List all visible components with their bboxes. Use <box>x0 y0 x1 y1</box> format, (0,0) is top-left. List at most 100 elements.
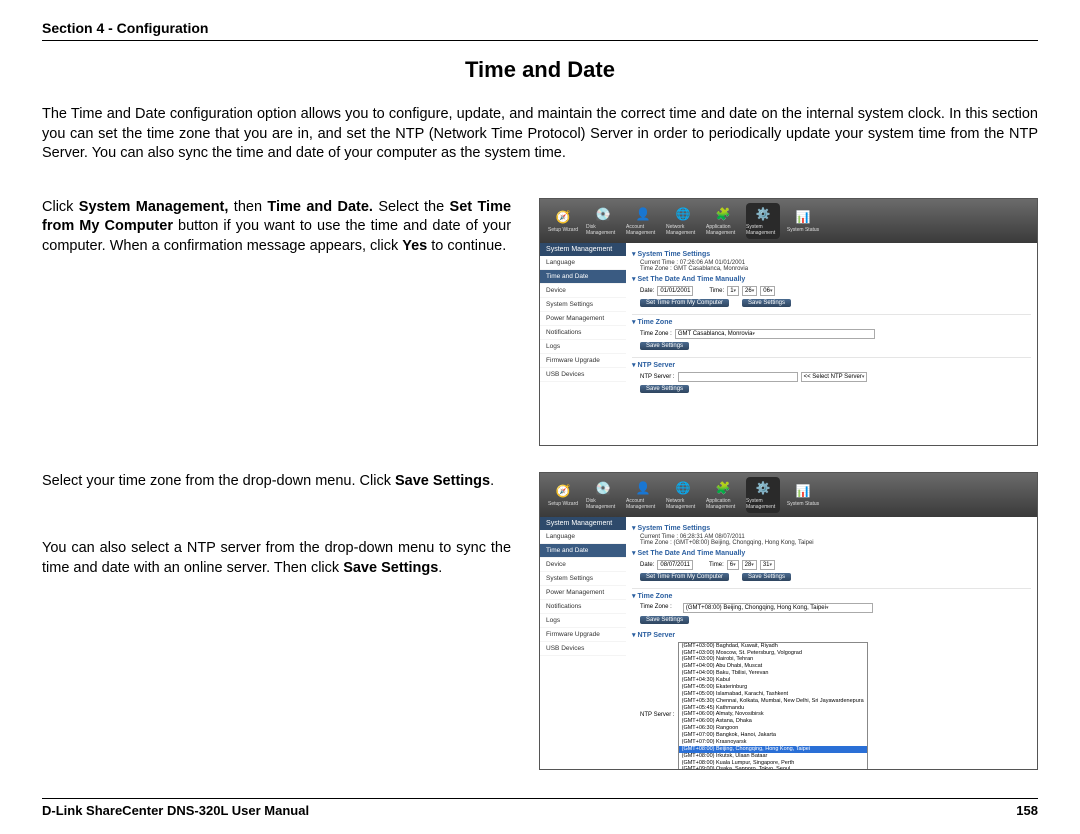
sidebar-item-time-and-date[interactable]: Time and Date <box>540 544 626 558</box>
sidebar-item-notifications[interactable]: Notifications <box>540 600 626 614</box>
tz-option[interactable]: (GMT+06:30) Rangoon <box>679 725 867 732</box>
top-nav: 🧭Setup Wizard💽Disk Management👤Account Ma… <box>540 473 1037 517</box>
nav-item-account-management[interactable]: 👤Account Management <box>626 203 660 239</box>
section-manual: Set The Date And Time Manually <box>632 549 1031 557</box>
nav-item-system-status[interactable]: 📊System Status <box>786 477 820 513</box>
save-settings-button[interactable]: Save Settings <box>640 616 689 624</box>
set-from-computer-button[interactable]: Set Time From My Computer <box>640 299 729 307</box>
date-label: Date: <box>640 288 654 294</box>
sidebar-item-usb-devices[interactable]: USB Devices <box>540 368 626 382</box>
nav-item-account-management[interactable]: 👤Account Management <box>626 477 660 513</box>
tz-option[interactable]: (GMT+09:00) Osaka, Sapporo, Tokyo, Seoul <box>679 766 867 769</box>
time-sec[interactable]: 31 <box>760 560 775 570</box>
time-label: Time: <box>709 562 724 568</box>
section-header: Section 4 - Configuration <box>42 20 1038 41</box>
nav-item-disk-management[interactable]: 💽Disk Management <box>586 477 620 513</box>
sidebar-item-device[interactable]: Device <box>540 558 626 572</box>
sidebar-head: System Management <box>540 517 626 530</box>
timezone-info: Time Zone : (GMT+08:00) Beijing, Chongqi… <box>640 540 1031 546</box>
sidebar-item-power-management[interactable]: Power Management <box>540 586 626 600</box>
section-timezone: Time Zone <box>632 592 1031 600</box>
ntp-input[interactable] <box>678 372 798 382</box>
tz-option[interactable]: (GMT+04:00) Abu Dhabi, Muscat <box>679 663 867 670</box>
screenshot-2: 🧭Setup Wizard💽Disk Management👤Account Ma… <box>539 472 1038 770</box>
footer-left: D-Link ShareCenter DNS-320L User Manual <box>42 803 309 818</box>
save-settings-button[interactable]: Save Settings <box>742 573 791 581</box>
ntp-label: NTP Server : <box>640 374 675 380</box>
tz-option[interactable]: (GMT+03:00) Nairobi, Tehran <box>679 656 867 663</box>
top-nav: 🧭Setup Wizard💽Disk Management👤Account Ma… <box>540 199 1037 243</box>
sidebar-item-logs[interactable]: Logs <box>540 614 626 628</box>
nav-item-network-management[interactable]: 🌐Network Management <box>666 203 700 239</box>
sidebar-item-language[interactable]: Language <box>540 256 626 270</box>
ntp-select[interactable]: << Select NTP Server <box>801 372 868 382</box>
time-hour[interactable]: 1 <box>727 286 739 296</box>
section-timezone: Time Zone <box>632 318 1031 326</box>
page-title: Time and Date <box>42 57 1038 83</box>
sidebar-item-usb-devices[interactable]: USB Devices <box>540 642 626 656</box>
sidebar-item-device[interactable]: Device <box>540 284 626 298</box>
tz-option[interactable]: (GMT+08:00) Kuala Lumpur, Singapore, Per… <box>679 760 867 767</box>
tz-option[interactable]: (GMT+03:00) Moscow, St. Petersburg, Volg… <box>679 650 867 657</box>
date-input[interactable]: 08/07/2011 <box>657 560 693 570</box>
sidebar-item-power-management[interactable]: Power Management <box>540 312 626 326</box>
nav-item-setup-wizard[interactable]: 🧭Setup Wizard <box>546 203 580 239</box>
intro-paragraph: The Time and Date configuration option a… <box>42 105 1038 164</box>
save-settings-button[interactable]: Save Settings <box>640 342 689 350</box>
tz-option[interactable]: (GMT+04:30) Kabul <box>679 677 867 684</box>
footer-page: 158 <box>1016 803 1038 818</box>
screenshot-1: 🧭Setup Wizard💽Disk Management👤Account Ma… <box>539 198 1038 446</box>
save-settings-button[interactable]: Save Settings <box>742 299 791 307</box>
sidebar-item-notifications[interactable]: Notifications <box>540 326 626 340</box>
section-ntp: NTP Server <box>632 361 1031 369</box>
date-input[interactable]: 01/01/2001 <box>657 286 693 296</box>
tz-select[interactable]: (GMT+08:00) Beijing, Chongqing, Hong Kon… <box>683 603 873 613</box>
tz-option[interactable]: (GMT+06:00) Almaty, Novosibirsk <box>679 711 867 718</box>
tz-label: Time Zone : <box>640 331 672 337</box>
nav-item-setup-wizard[interactable]: 🧭Setup Wizard <box>546 477 580 513</box>
step1-text: Click System Management, then Time and D… <box>42 198 511 257</box>
tz-option[interactable]: (GMT+08:00) Irkutsk, Ulaan Bataar <box>679 753 867 760</box>
time-min[interactable]: 26 <box>742 286 757 296</box>
nav-item-system-management[interactable]: ⚙️System Management <box>746 477 780 513</box>
tz-option[interactable]: (GMT+05:45) Kathmandu <box>679 705 867 712</box>
sidebar-item-language[interactable]: Language <box>540 530 626 544</box>
section-system-time: System Time Settings <box>632 250 1031 258</box>
nav-item-disk-management[interactable]: 💽Disk Management <box>586 203 620 239</box>
time-sec[interactable]: 06 <box>760 286 775 296</box>
nav-item-application-management[interactable]: 🧩Application Management <box>706 477 740 513</box>
ntp-label: NTP Server : <box>640 712 675 718</box>
tz-option[interactable]: (GMT+08:00) Beijing, Chongqing, Hong Kon… <box>679 746 867 753</box>
sidebar: System ManagementLanguageTime and DateDe… <box>540 517 626 770</box>
sidebar-item-system-settings[interactable]: System Settings <box>540 298 626 312</box>
tz-option[interactable]: (GMT+04:00) Baku, Tbilisi, Yerevan <box>679 670 867 677</box>
tz-label: Time Zone : <box>640 603 672 610</box>
nav-item-system-management[interactable]: ⚙️System Management <box>746 203 780 239</box>
tz-option[interactable]: (GMT+06:00) Astana, Dhaka <box>679 718 867 725</box>
timezone-info: Time Zone : GMT Casablanca, Monrovia <box>640 266 1031 272</box>
tz-option[interactable]: (GMT+05:00) Ekaterinburg <box>679 684 867 691</box>
nav-item-application-management[interactable]: 🧩Application Management <box>706 203 740 239</box>
tz-option[interactable]: (GMT+07:00) Krasnoyarsk <box>679 739 867 746</box>
set-from-computer-button[interactable]: Set Time From My Computer <box>640 573 729 581</box>
sidebar: System ManagementLanguageTime and DateDe… <box>540 243 626 401</box>
tz-option[interactable]: (GMT+03:00) Baghdad, Kuwait, Riyadh <box>679 643 867 650</box>
nav-item-system-status[interactable]: 📊System Status <box>786 203 820 239</box>
tz-option[interactable]: (GMT+07:00) Bangkok, Hanoi, Jakarta <box>679 732 867 739</box>
time-min[interactable]: 28 <box>742 560 757 570</box>
sidebar-item-firmware-upgrade[interactable]: Firmware Upgrade <box>540 354 626 368</box>
sidebar-item-firmware-upgrade[interactable]: Firmware Upgrade <box>540 628 626 642</box>
nav-item-network-management[interactable]: 🌐Network Management <box>666 477 700 513</box>
tz-option[interactable]: (GMT+05:30) Chennai, Kolkata, Mumbai, Ne… <box>679 698 867 705</box>
sidebar-item-logs[interactable]: Logs <box>540 340 626 354</box>
tz-select[interactable]: GMT Casablanca, Monrovia <box>675 329 875 339</box>
time-hour[interactable]: 6 <box>727 560 739 570</box>
date-label: Date: <box>640 562 654 568</box>
sidebar-item-time-and-date[interactable]: Time and Date <box>540 270 626 284</box>
section-ntp: NTP Server <box>632 631 1031 639</box>
save-settings-button[interactable]: Save Settings <box>640 385 689 393</box>
tz-dropdown-list[interactable]: (GMT+03:00) Baghdad, Kuwait, Riyadh(GMT+… <box>678 642 868 770</box>
tz-option[interactable]: (GMT+05:00) Islamabad, Karachi, Tashkent <box>679 691 867 698</box>
section-system-time: System Time Settings <box>632 524 1031 532</box>
sidebar-item-system-settings[interactable]: System Settings <box>540 572 626 586</box>
